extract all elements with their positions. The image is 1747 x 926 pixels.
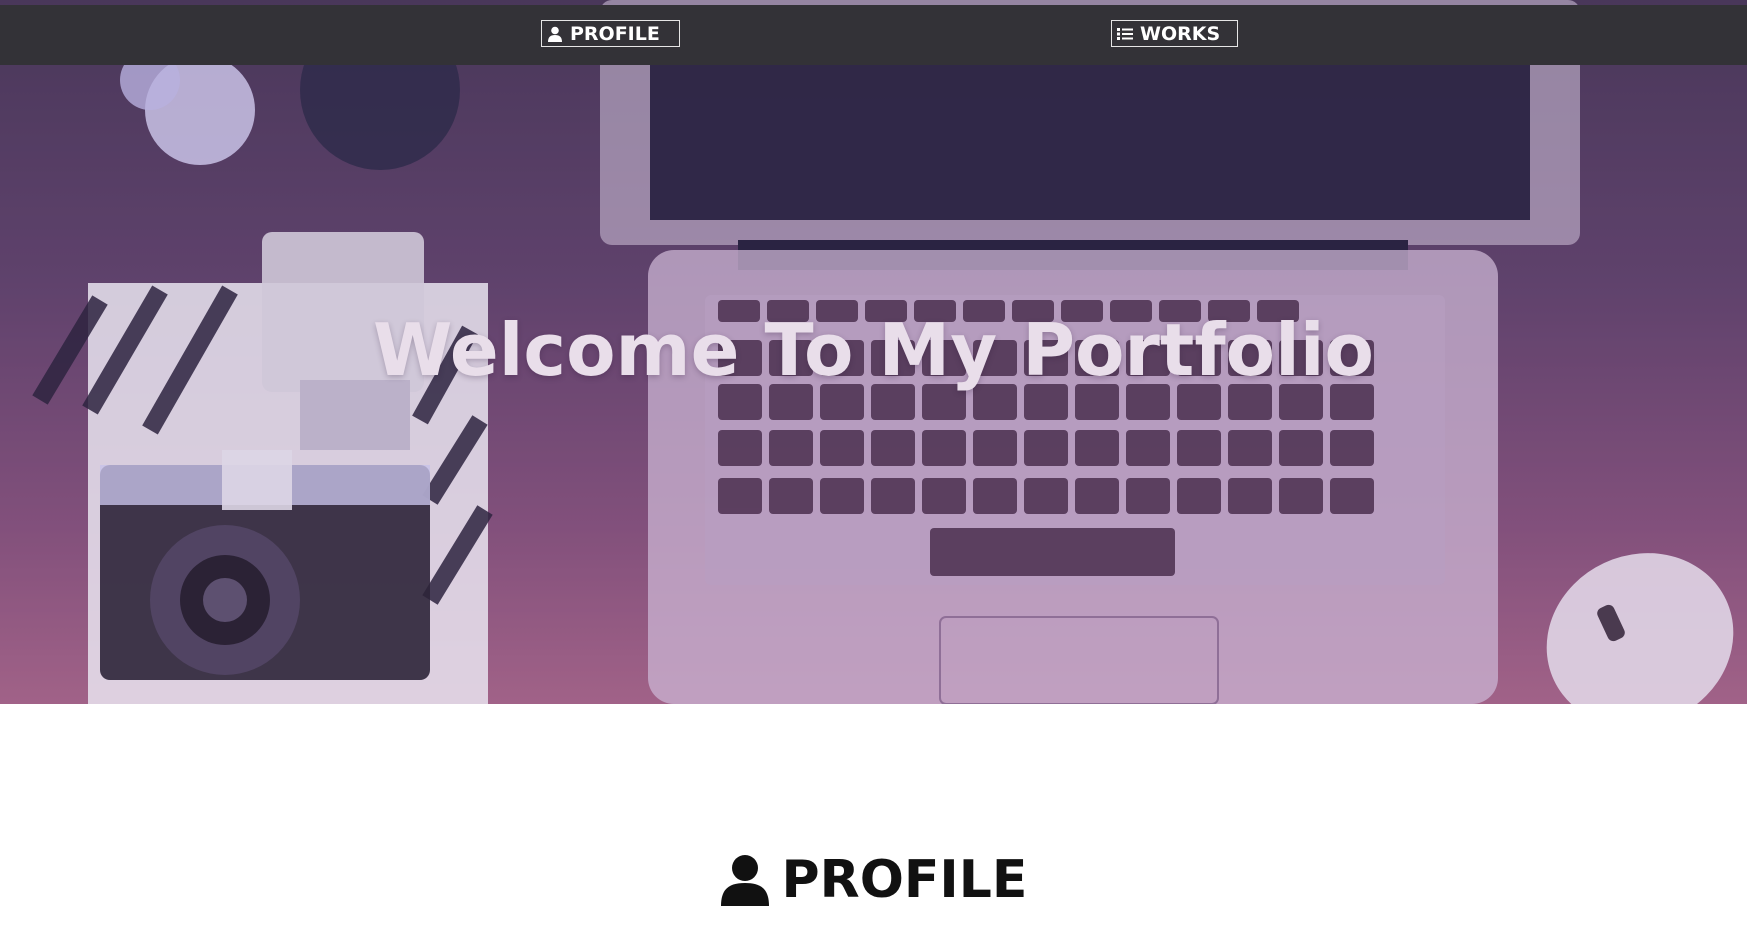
top-navigation-bar: PROFILE WORKS	[0, 5, 1747, 65]
user-icon	[720, 855, 769, 906]
hero-title: Welcome To My Portfolio	[373, 308, 1374, 392]
list-icon	[1117, 27, 1133, 40]
user-icon	[548, 26, 562, 42]
profile-section-heading: PROFILE	[0, 850, 1747, 910]
nav-profile-label: PROFILE	[570, 22, 660, 45]
nav-works-label: WORKS	[1140, 22, 1221, 45]
profile-section-title: PROFILE	[781, 850, 1028, 910]
nav-profile-button[interactable]: PROFILE	[541, 20, 680, 47]
nav-works-button[interactable]: WORKS	[1111, 20, 1238, 47]
